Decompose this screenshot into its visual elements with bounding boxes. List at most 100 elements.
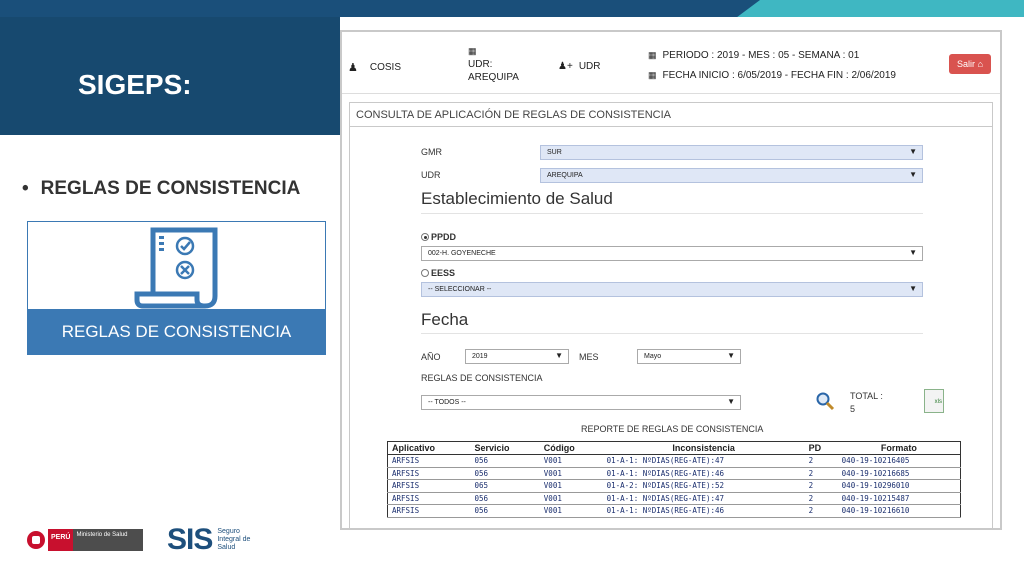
eess-label: EESS [431,268,456,278]
cell-codigo: V001 [539,504,603,518]
salir-button[interactable]: Salir ⌂ [949,54,991,74]
cell-pd: 2 [804,504,838,518]
col-inconsistencia: Inconsistencia [602,441,805,455]
cell-pd: 2 [804,479,838,493]
cell-codigo: V001 [539,454,603,468]
user-plus-icon: ♟+ [558,61,573,72]
role-name: UDR [578,61,601,72]
dropdown-arrow-icon: ▼ [909,170,917,179]
fechas-text: FECHA INICIO : 6/05/2019 - FECHA FIN : 2… [662,70,896,81]
app-topbar: ♟ COSIS ▦ UDR: AREQUIPA ♟+ UDR ▦ PERIODO… [342,32,1000,94]
ministerio-label: Ministerio de Salud [73,529,144,551]
ppdd-select[interactable]: 002-H. GOYENECHE ▼ [421,246,923,261]
periodo-info: ▦ PERIODO : 2019 - MES : 05 - SEMANA : 0… [648,50,859,61]
report-table: Aplicativo Servicio Código Inconsistenci… [387,441,961,518]
dropdown-arrow-icon: ▼ [909,248,917,257]
card-label: REGLAS DE CONSISTENCIA [28,309,325,354]
col-servicio: Servicio [470,441,540,455]
home-icon: ⌂ [977,59,983,69]
consulta-panel: CONSULTA DE APLICACIÓN DE REGLAS DE CONS… [349,102,993,528]
cell-servicio: 056 [470,492,540,505]
fechas-info: ▦ FECHA INICIO : 6/05/2019 - FECHA FIN :… [648,70,896,81]
section-establecimiento: Establecimiento de Salud [421,189,613,208]
ppdd-label: PPDD [431,232,457,242]
dropdown-arrow-icon: ▼ [727,397,735,406]
sis-subtitle: Seguro Integral de Salud [217,528,251,551]
section-fecha: Fecha [421,310,469,329]
table-row[interactable]: ARFSIS 056 V001 01-A-1: NºDIAS(REG-ATE):… [387,467,961,480]
peru-label: PERÚ [48,529,74,551]
mes-value: Mayo [644,353,662,360]
col-formato: Formato [837,441,961,455]
excel-export-icon[interactable]: xls [924,389,944,413]
cell-inconsistencia: 01-A-1: NºDIAS(REG-ATE):47 [602,454,805,468]
cell-codigo: V001 [539,467,603,480]
section-divider [421,333,923,334]
sis-logo: SIS Seguro Integral de Salud [167,523,251,557]
cell-inconsistencia: 01-A-1: NºDIAS(REG-ATE):47 [602,492,805,505]
cell-formato: 040-19-10215487 [837,492,961,505]
col-codigo: Código [539,441,603,455]
reglas-value: -- TODOS -- [428,399,466,406]
udr-select[interactable]: AREQUIPA ▼ [540,168,923,183]
bullet-item: • REGLAS DE CONSISTENCIA [22,178,300,200]
role-info: ♟+ UDR [558,61,600,72]
bullet-text: REGLAS DE CONSISTENCIA [40,178,301,199]
cell-aplicativo: ARFSIS [387,492,471,505]
dropdown-arrow-icon: ▼ [909,147,917,156]
title-block: SIGEPS: [0,17,340,135]
cell-aplicativo: ARFSIS [387,504,471,518]
slide-title: SIGEPS: [78,69,192,100]
minsa-logo: PERÚ Ministerio de Salud [27,529,144,551]
cell-formato: 040-19-10216685 [837,467,961,480]
cell-inconsistencia: 01-A-2: NºDIAS(REG-ATE):52 [602,479,805,493]
cell-servicio: 056 [470,467,540,480]
user-name: COSIS [369,62,401,73]
cell-aplicativo: ARFSIS [387,479,471,493]
eess-select[interactable]: -- SELECCIONAR -- ▼ [421,282,923,297]
col-aplicativo: Aplicativo [387,441,471,455]
report-header-row: Aplicativo Servicio Código Inconsistenci… [387,441,961,455]
ppdd-value: 002-H. GOYENECHE [428,250,496,257]
gmr-select[interactable]: SUR ▼ [540,145,923,160]
mes-select[interactable]: Mayo ▼ [637,349,741,364]
table-row[interactable]: ARFSIS 065 V001 01-A-2: NºDIAS(REG-ATE):… [387,479,961,493]
dropdown-arrow-icon: ▼ [909,284,917,293]
reglas-card[interactable]: REGLAS DE CONSISTENCIA [27,221,326,355]
checklist-scroll-icon [134,227,218,309]
table-row[interactable]: ARFSIS 056 V001 01-A-1: NºDIAS(REG-ATE):… [387,504,961,518]
dropdown-arrow-icon: ▼ [555,351,563,360]
cell-codigo: V001 [539,492,603,505]
table-row[interactable]: ARFSIS 056 V001 01-A-1: NºDIAS(REG-ATE):… [387,492,961,505]
anio-label: AÑO [421,352,441,362]
section-divider [421,213,923,214]
app-screenshot-panel: ♟ COSIS ▦ UDR: AREQUIPA ♟+ UDR ▦ PERIODO… [340,30,1002,530]
cell-formato: 040-19-10216610 [837,504,961,518]
udr-value: AREQUIPA [468,72,519,83]
consulta-header: CONSULTA DE APLICACIÓN DE REGLAS DE CONS… [350,103,992,127]
udr-info: ▦ UDR: AREQUIPA [468,45,519,84]
calendar-icon: ▦ [648,50,657,60]
gmr-label: GMR [421,147,442,157]
cell-pd: 2 [804,454,838,468]
building-icon: ▦ [468,46,477,56]
ppdd-radio[interactable]: PPDD [421,232,456,242]
reglas-select[interactable]: -- TODOS -- ▼ [421,395,741,410]
eess-radio[interactable]: EESS [421,268,455,278]
peru-seal-icon [27,531,45,549]
table-row[interactable]: ARFSIS 056 V001 01-A-1: NºDIAS(REG-ATE):… [387,454,961,468]
cell-pd: 2 [804,492,838,505]
cell-inconsistencia: 01-A-1: NºDIAS(REG-ATE):46 [602,504,805,518]
cell-formato: 040-19-10216405 [837,454,961,468]
cell-servicio: 056 [470,504,540,518]
search-icon[interactable] [815,391,835,411]
anio-select[interactable]: 2019 ▼ [465,349,569,364]
bullet-dot: • [22,178,29,199]
cell-formato: 040-19-10296010 [837,479,961,493]
mes-label: MES [579,352,599,362]
sis-text: SIS [167,523,213,556]
cell-pd: 2 [804,467,838,480]
periodo-text: PERIODO : 2019 - MES : 05 - SEMANA : 01 [662,50,860,61]
eess-value: -- SELECCIONAR -- [428,286,492,293]
cell-inconsistencia: 01-A-1: NºDIAS(REG-ATE):46 [602,467,805,480]
